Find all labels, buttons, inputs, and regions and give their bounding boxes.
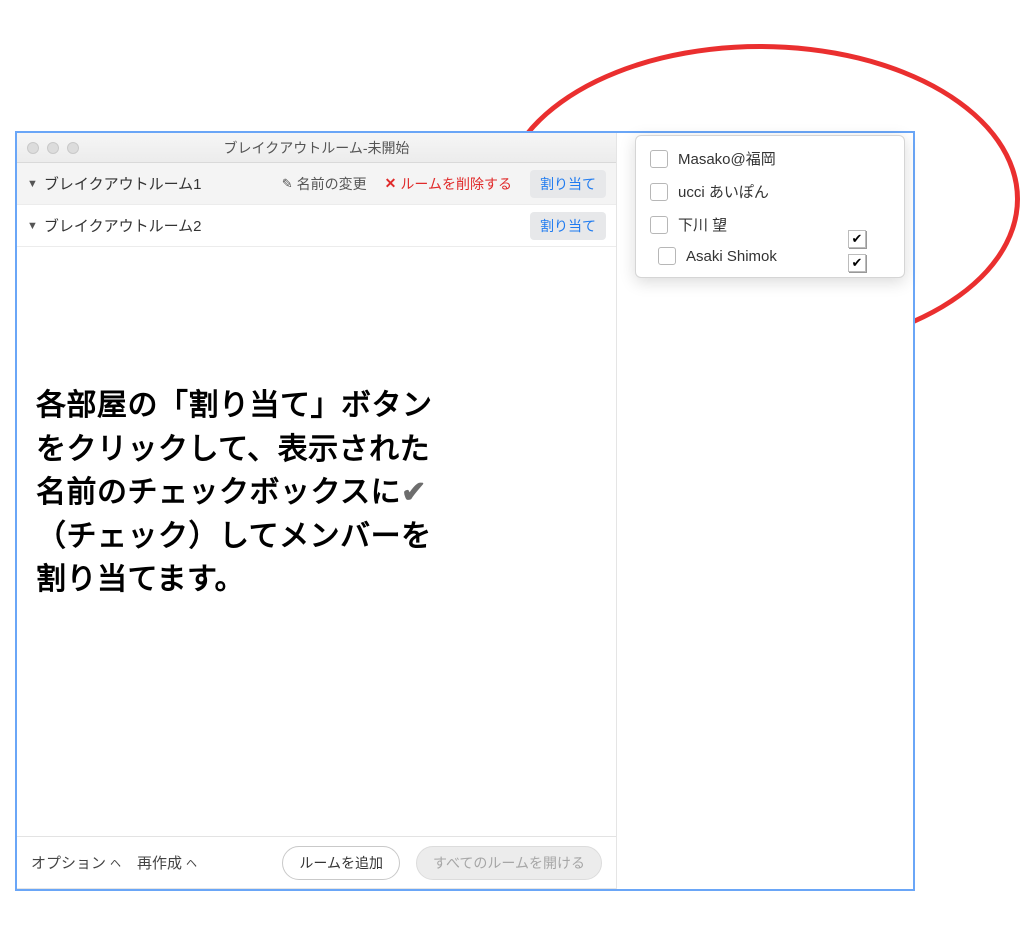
delete-room-button[interactable]: ✕ ルームを削除する (385, 174, 512, 194)
annotation-line: （チェック）してメンバーを (36, 520, 432, 553)
annotation-line: をクリックして、表示された (36, 433, 430, 466)
checkbox-icon[interactable] (650, 150, 668, 168)
caret-down-icon: ▼ (27, 178, 38, 190)
participant-name: Asaki Shimok (686, 248, 777, 265)
check-icon: ✔ (401, 476, 427, 509)
checkbox-icon[interactable] (650, 216, 668, 234)
participant-name: ucci あいぽん (678, 181, 769, 202)
assign-popover: Masako@福岡 ucci あいぽん 下川 望 Asaki Shimok ✔ … (635, 135, 905, 278)
assign-button[interactable]: 割り当て (530, 212, 606, 240)
checkbox-icon[interactable] (658, 247, 676, 265)
room-list: ▼ ブレイクアウトルーム1 ✎ 名前の変更 ✕ ルームを削除する 割り当て (17, 163, 616, 247)
checked-box-icon: ✔ (848, 254, 866, 272)
window-title: ブレイクアウトルーム-未開始 (17, 138, 616, 158)
room-name: ブレイクアウトルーム1 (44, 173, 202, 194)
checked-indicator-stack: ✔ ✔ (848, 230, 866, 272)
chevron-up-icon: ヘ (186, 855, 197, 871)
participant-item[interactable]: Masako@福岡 (636, 142, 904, 175)
add-room-button[interactable]: ルームを追加 (282, 846, 400, 880)
assign-button[interactable]: 割り当て (530, 170, 606, 198)
pencil-icon: ✎ (282, 176, 293, 192)
options-label: オプション (31, 852, 106, 873)
checkbox-icon[interactable] (650, 183, 668, 201)
window-footer: オプション ヘ 再作成 ヘ ルームを追加 すべてのルームを開ける (17, 836, 616, 888)
open-all-rooms-button: すべてのルームを開ける (416, 846, 602, 880)
x-icon: ✕ (385, 175, 397, 192)
room-name: ブレイクアウトルーム2 (44, 215, 202, 236)
annotation-line: 割り当てます。 (36, 563, 245, 596)
delete-label: ルームを削除する (400, 174, 512, 194)
room-row-actions: ✎ 名前の変更 ✕ ルームを削除する 割り当て (282, 170, 606, 198)
checked-box-icon: ✔ (848, 230, 866, 248)
stage: ブレイクアウトルーム-未開始 ▼ ブレイクアウトルーム1 ✎ 名前の変更 ✕ ル… (0, 0, 1024, 936)
caret-down-icon: ▼ (27, 220, 38, 232)
room-row-2[interactable]: ▼ ブレイクアウトルーム2 割り当て (17, 205, 616, 247)
participant-name: Masako@福岡 (678, 148, 776, 169)
window-titlebar[interactable]: ブレイクアウトルーム-未開始 (17, 133, 616, 163)
rename-button[interactable]: ✎ 名前の変更 (282, 174, 367, 194)
options-menu[interactable]: オプション ヘ (31, 852, 121, 873)
traffic-close[interactable] (27, 142, 39, 154)
traffic-zoom[interactable] (67, 142, 79, 154)
room-row-1[interactable]: ▼ ブレイクアウトルーム1 ✎ 名前の変更 ✕ ルームを削除する 割り当て (17, 163, 616, 205)
rename-label: 名前の変更 (297, 174, 367, 194)
participant-name: 下川 望 (678, 214, 727, 235)
traffic-lights (27, 142, 79, 154)
room-row-actions: 割り当て (530, 212, 606, 240)
annotation-text: 各部屋の「割り当て」ボタン をクリックして、表示された 名前のチェックボックスに… (36, 384, 536, 602)
participant-item[interactable]: ucci あいぽん (636, 175, 904, 208)
chevron-up-icon: ヘ (110, 855, 121, 871)
recreate-menu[interactable]: 再作成 ヘ (137, 852, 197, 873)
recreate-label: 再作成 (137, 852, 182, 873)
annotation-line: 名前のチェックボックスに (36, 476, 401, 509)
annotation-line: 各部屋の「割り当て」ボタン (36, 389, 433, 422)
traffic-minimize[interactable] (47, 142, 59, 154)
